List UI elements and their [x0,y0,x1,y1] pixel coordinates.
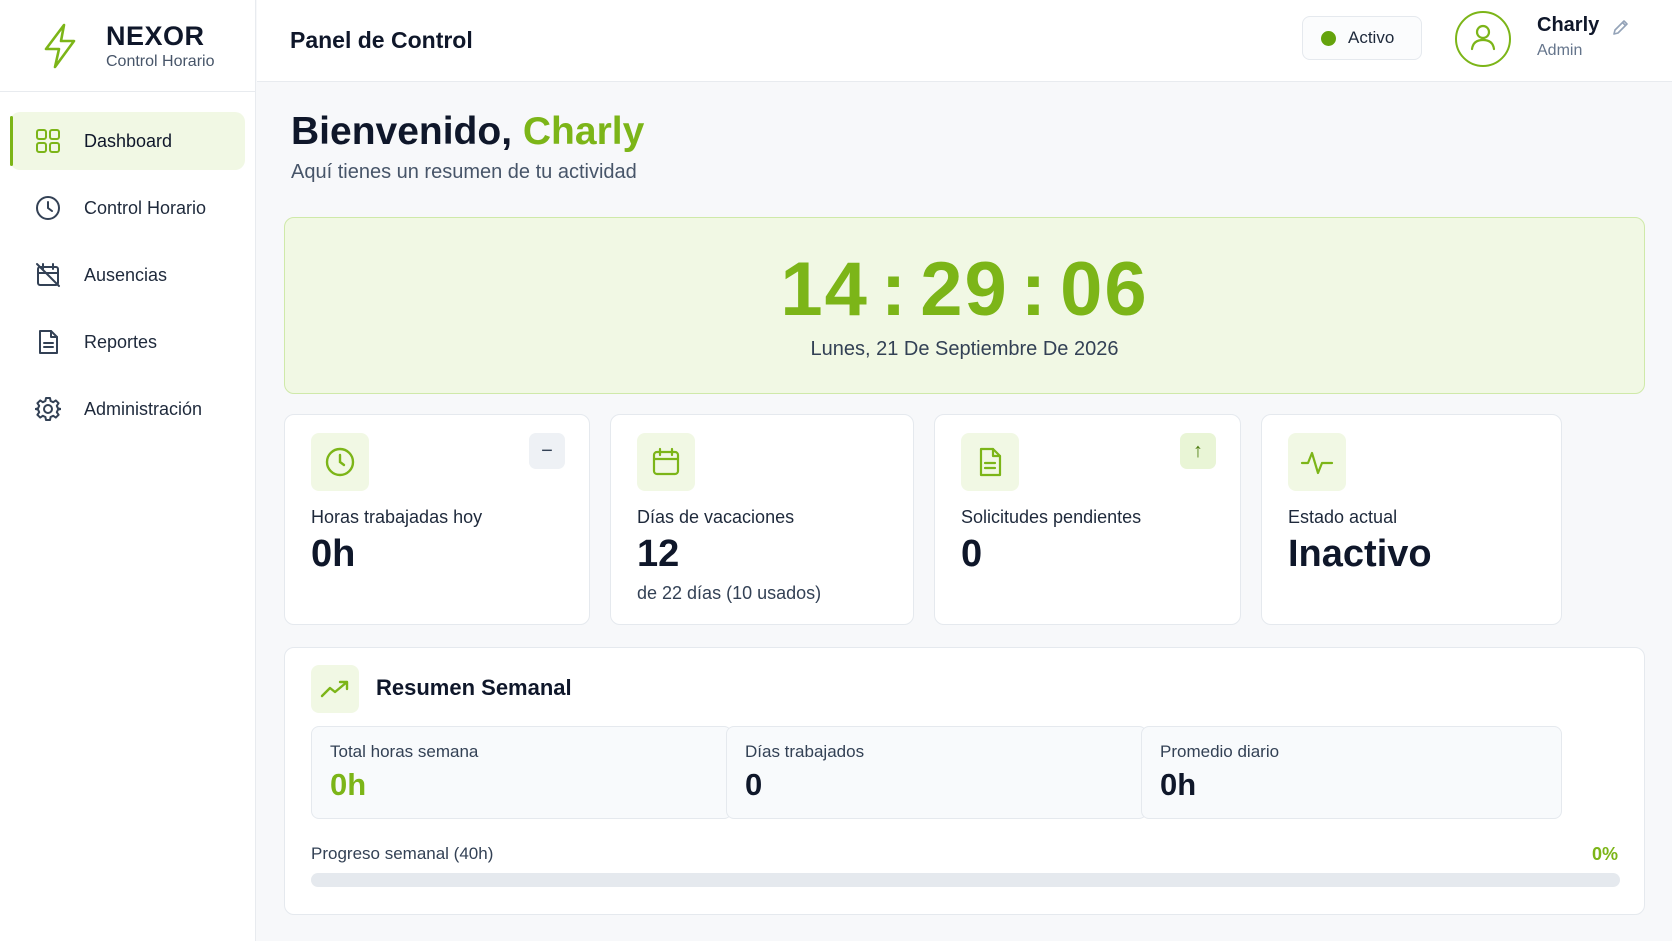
user-info[interactable]: Charly Admin [1537,14,1599,60]
progress-label: Progreso semanal (40h) [311,844,494,863]
trending-up-icon [311,665,359,713]
sidebar-item-label: Control Horario [84,197,207,218]
welcome-subtitle: Aquí tienes un resumen de tu actividad [291,161,637,183]
page-title: Panel de Control [290,27,473,53]
mini-value: 0h [330,767,367,802]
stat-card-estado: Estado actual Inactivo [1261,414,1562,625]
clock-card: 14:29:06 Lunes, 21 De Septiembre De 2026 [284,217,1645,394]
avatar[interactable] [1455,11,1511,67]
stat-card-horas: − Horas trabajadas hoy 0h [284,414,590,625]
sidebar-nav: Dashboard Control Horario Ausencias Repo… [0,92,255,438]
sidebar-item-ausencias[interactable]: Ausencias [10,246,245,304]
clock-separator: : [1020,247,1049,332]
stat-label: Solicitudes pendientes [961,507,1142,527]
welcome-heading: Bienvenido, Charly [291,110,644,154]
stat-value: 0h [311,533,356,575]
welcome-name: Charly [522,110,645,153]
topbar: Panel de Control Activo Charly Admin [257,0,1672,82]
mini-value: 0h [1160,767,1197,802]
status-dot [1321,30,1336,46]
sidebar-item-label: Dashboard [84,130,173,151]
stat-subtext: de 22 días (10 usados) [637,583,822,603]
brand[interactable]: NEXOR Control Horario [0,0,255,92]
stat-value: 12 [637,533,680,575]
status-label: Activo [1348,28,1395,47]
sidebar-item-administracion[interactable]: Administración [10,380,245,438]
clock-seconds: 06 [1060,247,1149,332]
pencil-icon[interactable] [1612,18,1630,36]
clock-time: 14:29:06 [285,248,1644,332]
clock-hours: 14 [780,247,869,332]
weekly-progress-bar [311,873,1620,887]
stat-label: Días de vacaciones [637,507,795,527]
document-icon [961,433,1019,491]
stat-card-solicitudes: ↑ Solicitudes pendientes 0 [934,414,1241,625]
sidebar: NEXOR Control Horario Dashboard Control … [0,0,256,941]
welcome-greeting: Bienvenido, [291,110,513,153]
sidebar-item-dashboard[interactable]: Dashboard [10,112,245,170]
document-icon [34,328,62,356]
mini-label: Promedio diario [1160,742,1280,761]
weekly-days-worked: Días trabajados 0 [726,726,1147,819]
status-badge[interactable]: Activo [1302,16,1422,60]
user-name: Charly [1537,14,1600,36]
activity-icon [1288,433,1346,491]
stat-card-vacaciones: Días de vacaciones 12 de 22 días (10 usa… [610,414,914,625]
calendar-off-icon [34,261,62,289]
minus-icon[interactable]: − [529,433,565,469]
sidebar-item-label: Ausencias [84,264,168,285]
lightning-bolt-icon [38,21,82,71]
mini-label: Días trabajados [745,742,865,761]
clock-minutes: 29 [920,247,1009,332]
stat-label: Horas trabajadas hoy [311,507,483,527]
weekly-total-hours: Total horas semana 0h [311,726,732,819]
clock-separator: : [880,247,909,332]
calendar-icon [637,433,695,491]
clock-icon [34,194,62,222]
user-role: Admin [1537,42,1583,59]
stat-value: Inactivo [1288,533,1432,575]
sidebar-item-reportes[interactable]: Reportes [10,313,245,371]
grid-icon [34,127,62,155]
gear-icon [34,395,62,423]
brand-subtitle: Control Horario [106,52,215,70]
clock-icon [311,433,369,491]
stat-value: 0 [961,533,983,575]
mini-label: Total horas semana [330,742,479,761]
brand-name: NEXOR [106,20,205,51]
sidebar-item-label: Administración [84,398,203,419]
mini-value: 0 [745,767,763,802]
sidebar-item-label: Reportes [84,331,158,352]
clock-date: Lunes, 21 De Septiembre De 2026 [810,338,1119,360]
sidebar-item-control-horario[interactable]: Control Horario [10,179,245,237]
weekly-title: Resumen Semanal [376,675,572,700]
arrow-up-icon[interactable]: ↑ [1180,433,1216,469]
progress-percent: 0% [1591,844,1618,864]
main-content: Bienvenido, Charly Aquí tienes un resume… [257,82,1672,941]
user-icon [1468,22,1498,57]
weekly-summary-card: Resumen Semanal Total horas semana 0h Dí… [284,647,1645,915]
stat-label: Estado actual [1288,507,1398,527]
weekly-daily-average: Promedio diario 0h [1141,726,1562,819]
